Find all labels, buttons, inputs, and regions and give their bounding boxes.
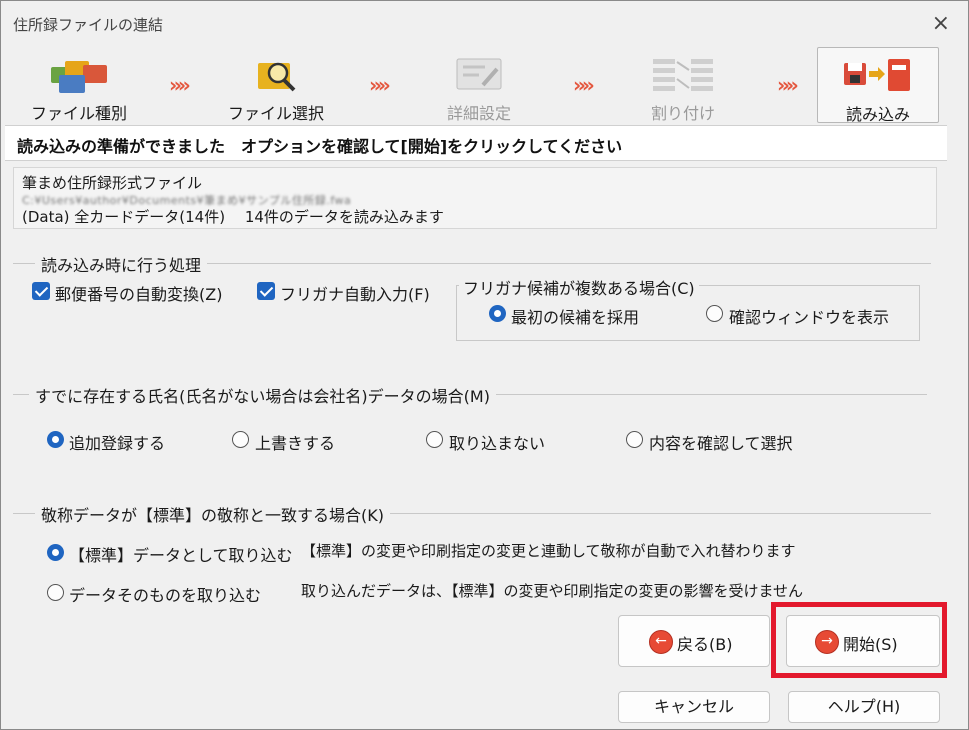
step-import[interactable]: 読み込み	[817, 47, 939, 124]
radio-add-register-label[interactable]: 追加登録する	[69, 430, 165, 454]
step-label: ファイル種別	[30, 104, 127, 123]
window-title: 住所録ファイルの連結	[13, 16, 164, 34]
section-honorific-title: 敬称データが【標準】の敬称と一致する場合(K)	[35, 502, 390, 526]
radio-confirm-select[interactable]	[626, 431, 643, 448]
radio-overwrite-label[interactable]: 上書きする	[255, 430, 335, 454]
step-detail-settings: 詳細設定	[419, 47, 539, 123]
mapping-icon	[653, 59, 713, 91]
step-arrow-icon: »»	[369, 73, 391, 97]
instruction-banner: 読み込みの準備ができました オプションを確認して[開始]をクリックしてください	[5, 125, 947, 161]
instruction-text: 読み込みの準備ができました オプションを確認して[開始]をクリックしてください	[17, 137, 623, 156]
step-label: 読み込み	[845, 105, 910, 124]
settings-tools-icon	[456, 58, 502, 90]
step-label: 詳細設定	[446, 104, 511, 123]
back-button-label: 戻る(B)	[677, 635, 733, 654]
cancel-button[interactable]: キャンセル	[618, 691, 770, 723]
step-file-select[interactable]: ファイル選択	[216, 47, 336, 123]
radio-first-candidate[interactable]	[489, 305, 506, 322]
dialog-window: 住所録ファイルの連結 × ファイル種別 »» ファイル選択 »» 詳細設定 »»…	[0, 0, 969, 730]
step-arrow-icon: »»	[777, 73, 799, 97]
step-arrow-icon: »»	[169, 73, 191, 97]
radio-confirm-window[interactable]	[706, 305, 723, 322]
postal-checkbox[interactable]	[32, 282, 50, 300]
radio-raw-import[interactable]	[47, 584, 64, 601]
section-existing-name-title: すでに存在する氏名(氏名がない場合は会社名)データの場合(M)	[29, 383, 496, 407]
step-file-type[interactable]: ファイル種別	[19, 47, 139, 123]
back-arrow-icon: ←	[649, 630, 673, 654]
close-icon[interactable]: ×	[932, 11, 950, 36]
radio-skip[interactable]	[426, 431, 443, 448]
import-book-icon	[844, 59, 910, 91]
file-info-panel: 筆まめ住所録形式ファイル C:¥Users¥author¥Documents¥筆…	[13, 167, 937, 229]
title-bar: 住所録ファイルの連結 ×	[1, 1, 968, 45]
radio-overwrite[interactable]	[232, 431, 249, 448]
furigana-candidates-title: フリガナ候補が複数ある場合(C)	[459, 275, 699, 299]
step-label: ファイル選択	[227, 104, 324, 123]
help-button[interactable]: ヘルプ(H)	[788, 691, 940, 723]
wizard-steps: ファイル種別 »» ファイル選択 »» 詳細設定 »» 割り付け »» 読み込み	[1, 45, 968, 125]
furigana-checkbox[interactable]	[257, 282, 275, 300]
raw-import-description: 取り込んだデータは、【標準】の変更や印刷指定の変更の影響を受けません	[301, 582, 804, 600]
postal-checkbox-label[interactable]: 郵便番号の自動変換(Z)	[55, 281, 222, 305]
start-button-highlight	[771, 602, 947, 678]
radio-skip-label[interactable]: 取り込まない	[449, 430, 545, 454]
radio-standard-import[interactable]	[47, 544, 64, 561]
radio-confirm-window-label[interactable]: 確認ウィンドウを表示	[729, 304, 889, 328]
step-label: 割り付け	[650, 104, 715, 123]
step-mapping: 割り付け	[623, 47, 743, 123]
file-format-text: 筆まめ住所録形式ファイル	[22, 174, 203, 192]
section-import-processing-title: 読み込み時に行う処理	[35, 252, 208, 276]
radio-confirm-select-label[interactable]: 内容を確認して選択	[649, 430, 793, 454]
furigana-checkbox-label[interactable]: フリガナ自動入力(F)	[280, 281, 430, 305]
radio-raw-import-label[interactable]: データそのものを取り込む	[69, 582, 261, 606]
radio-standard-import-label[interactable]: 【標準】データとして取り込む	[69, 542, 293, 566]
folder-search-icon	[258, 62, 296, 92]
back-button[interactable]: ← 戻る(B)	[618, 615, 770, 667]
folders-icon	[51, 61, 107, 93]
radio-add-register[interactable]	[47, 431, 64, 448]
radio-first-candidate-label[interactable]: 最初の候補を採用	[511, 304, 639, 328]
standard-import-description: 【標準】の変更や印刷指定の変更と連動して敬称が自動で入れ替わります	[301, 542, 796, 560]
file-summary-text: (Data) 全カードデータ(14件) 14件のデータを読み込みます	[22, 208, 444, 226]
step-arrow-icon: »»	[573, 73, 595, 97]
